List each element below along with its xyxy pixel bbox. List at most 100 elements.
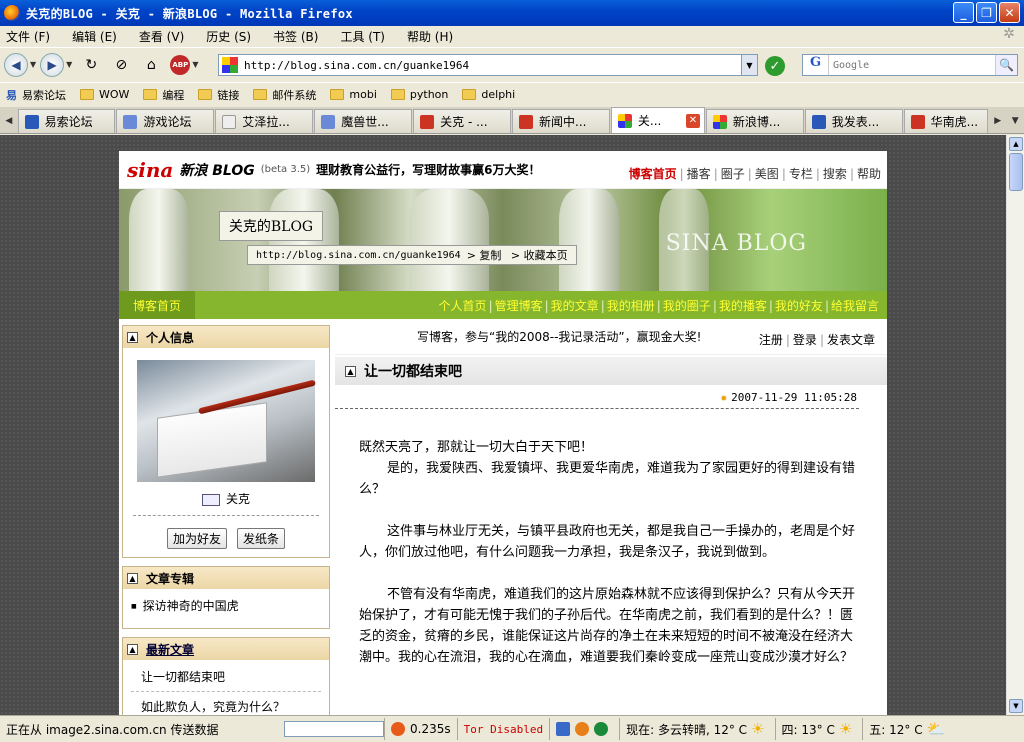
load-time[interactable]: 0.235s — [384, 718, 457, 740]
top-nav-search[interactable]: 搜索 — [823, 167, 847, 181]
tab-close-icon[interactable]: ✕ — [685, 113, 700, 128]
nav-my-podcast[interactable]: 我的播客 — [719, 299, 767, 313]
bookmark-folder-mobi[interactable]: mobi — [330, 88, 377, 101]
collapse-toggle[interactable]: ▲ — [127, 572, 138, 584]
list-item[interactable]: 让一切都结束吧 — [131, 668, 321, 692]
folder-icon — [143, 89, 158, 100]
collapse-toggle[interactable]: ▲ — [127, 643, 138, 655]
nav-personal-home[interactable]: 个人首页 — [439, 299, 487, 313]
bookmark-folder-delphi[interactable]: delphi — [462, 88, 515, 101]
search-engine-icon[interactable]: G — [803, 55, 829, 75]
blog-nav-home[interactable]: 博客首页 — [119, 291, 195, 319]
menu-file[interactable]: 文件 (F) — [6, 28, 50, 45]
top-nav-blog-home[interactable]: 博客首页 — [629, 167, 677, 181]
restore-button[interactable]: ❐ — [976, 2, 997, 23]
window-title-bar[interactable]: 关克的BLOG - 关克 - 新浪BLOG - Mozilla Firefox … — [0, 0, 1024, 26]
nav-my-album[interactable]: 我的相册 — [607, 299, 655, 313]
menu-history[interactable]: 历史 (S) — [206, 28, 251, 45]
adblock-icon[interactable]: ABP — [170, 54, 191, 75]
weather-thursday[interactable]: 四: 13° C ☀ — [774, 718, 863, 740]
url-dropdown[interactable]: ▼ — [741, 55, 757, 75]
nav-leave-message[interactable]: 给我留言 — [831, 299, 879, 313]
scroll-up-icon[interactable]: ▲ — [1009, 137, 1023, 151]
tab-news-center[interactable]: 新闻中... — [512, 109, 610, 133]
tab-my-posts[interactable]: 我发表... — [804, 109, 903, 133]
tab-azeroth[interactable]: 艾泽拉... — [215, 109, 314, 133]
tab-south-china-tiger[interactable]: 华南虎... — [903, 109, 988, 133]
firefox-extension-icon[interactable] — [575, 722, 590, 736]
menu-edit[interactable]: 编辑 (E) — [72, 28, 117, 45]
tab-game-forum[interactable]: 游戏论坛 — [116, 109, 215, 133]
collapse-toggle[interactable]: ▲ — [345, 365, 356, 377]
close-button[interactable]: ✕ — [999, 2, 1020, 23]
progress-bar — [284, 721, 384, 737]
url-input[interactable] — [244, 58, 734, 72]
add-friend-button[interactable]: 加为好友 — [166, 528, 227, 549]
nav-my-articles[interactable]: 我的文章 — [551, 299, 599, 313]
weather-now[interactable]: 现在: 多云转晴, 12° C ☀ — [619, 718, 774, 740]
bookmark-page-link[interactable]: > 收藏本页 — [507, 247, 568, 263]
profile-box-header: ▲ 个人信息 — [123, 326, 329, 348]
nav-manage-blog[interactable]: 管理博客 — [495, 299, 543, 313]
bookmark-folder-links[interactable]: 链接 — [198, 87, 239, 103]
list-item[interactable]: 如此欺负人，究竟为什么？ — [131, 698, 321, 715]
home-icon[interactable]: ⌂ — [140, 54, 162, 76]
activity-promo-text[interactable]: 写博客，参与“我的2008--我记录活动”，赢现金大奖! — [417, 328, 701, 345]
tab-yisuo[interactable]: 易索论坛 — [17, 109, 116, 133]
reload-icon[interactable]: ↻ — [80, 54, 102, 76]
adblock-dropdown[interactable]: ▼ — [192, 60, 198, 69]
navigation-toolbar: ◀ ▼ ▶ ▼ ↻ ⊘ ⌂ ABP ▼ ▼ ✓ G 🔍 — [0, 47, 1024, 81]
weather-friday[interactable]: 五: 12° C ⛅ — [862, 718, 955, 740]
bookmark-folder-programming[interactable]: 编程 — [143, 87, 184, 103]
bookmark-folder-python[interactable]: python — [390, 88, 448, 101]
send-note-button[interactable]: 发纸条 — [237, 528, 286, 549]
top-nav-help[interactable]: 帮助 — [857, 167, 881, 181]
tab-scroll-right-icon[interactable]: ▶ — [989, 109, 1007, 133]
post-article-link[interactable]: 发表文章 — [827, 333, 875, 347]
top-nav-photos[interactable]: 美图 — [755, 167, 779, 181]
bookmark-folder-wow[interactable]: WOW — [80, 88, 129, 101]
top-nav-circle[interactable]: 圈子 — [721, 167, 745, 181]
menu-bookmarks[interactable]: 书签 (B) — [273, 28, 318, 45]
menu-help[interactable]: 帮助 (H) — [407, 28, 453, 45]
scroll-thumb[interactable] — [1009, 153, 1023, 191]
go-icon[interactable]: ✓ — [765, 56, 785, 76]
menu-view[interactable]: 查看 (V) — [139, 28, 184, 45]
top-nav-podcast[interactable]: 播客 — [687, 167, 711, 181]
back-history-dropdown[interactable]: ▼ — [30, 60, 36, 69]
search-input[interactable] — [833, 59, 983, 71]
register-link[interactable]: 注册 — [759, 333, 783, 347]
blog-nav-items: 个人首页 | 管理博客 | 我的文章 | 我的相册 | 我的圈子 | 我的播客 | 我的好友 | 给我留言 — [439, 297, 879, 314]
bookmark-yisuo[interactable]: 易易索论坛 — [6, 87, 66, 103]
bookmark-folder-mail[interactable]: 邮件系统 — [253, 87, 316, 103]
menu-tools[interactable]: 工具 (T) — [340, 28, 385, 45]
stop-icon[interactable]: ⊘ — [110, 54, 132, 76]
promo-headline[interactable]: 理财教育公益行，写理财故事赢6万大奖！ — [316, 161, 540, 178]
tab-sina-blog[interactable]: 新浪博... — [705, 109, 804, 133]
top-nav-column[interactable]: 专栏 — [789, 167, 813, 181]
sina-logo[interactable]: sina — [127, 158, 173, 182]
tab-wow[interactable]: 魔兽世... — [314, 109, 413, 133]
tab-guanke[interactable]: 关克 - ... — [413, 109, 512, 133]
avatar-pages — [157, 402, 267, 478]
copy-url-link[interactable]: > 复制 — [467, 247, 502, 263]
login-link[interactable]: 登录 — [793, 333, 817, 347]
nav-my-friends[interactable]: 我的好友 — [775, 299, 823, 313]
search-icon[interactable]: 🔍 — [995, 55, 1017, 75]
page-viewport[interactable]: sina 新浪 BLOG (beta 3.5) 理财教育公益行，写理财故事赢6万… — [0, 135, 1006, 715]
collapse-toggle[interactable]: ▲ — [127, 331, 138, 343]
forward-history-dropdown[interactable]: ▼ — [66, 60, 72, 69]
vertical-scrollbar[interactable]: ▲ ▼ — [1006, 135, 1024, 715]
list-item[interactable]: 探访神奇的中国虎 — [131, 597, 321, 614]
minimize-button[interactable]: _ — [953, 2, 974, 23]
green-extension-icon[interactable] — [594, 722, 609, 736]
scroll-down-icon[interactable]: ▼ — [1009, 699, 1023, 713]
forward-icon[interactable]: ▶ — [40, 52, 65, 77]
back-icon[interactable]: ◀ — [4, 52, 28, 77]
tab-scroll-left-icon[interactable]: ◀ — [0, 109, 18, 133]
tab-guanke-blog-active[interactable]: 关... ✕ — [610, 107, 705, 133]
sina-extension-icon[interactable] — [556, 722, 571, 736]
tab-list-icon[interactable]: ▼ — [1006, 109, 1024, 133]
nav-my-circle[interactable]: 我的圈子 — [663, 299, 711, 313]
tor-status[interactable]: Tor Disabled — [456, 718, 549, 740]
